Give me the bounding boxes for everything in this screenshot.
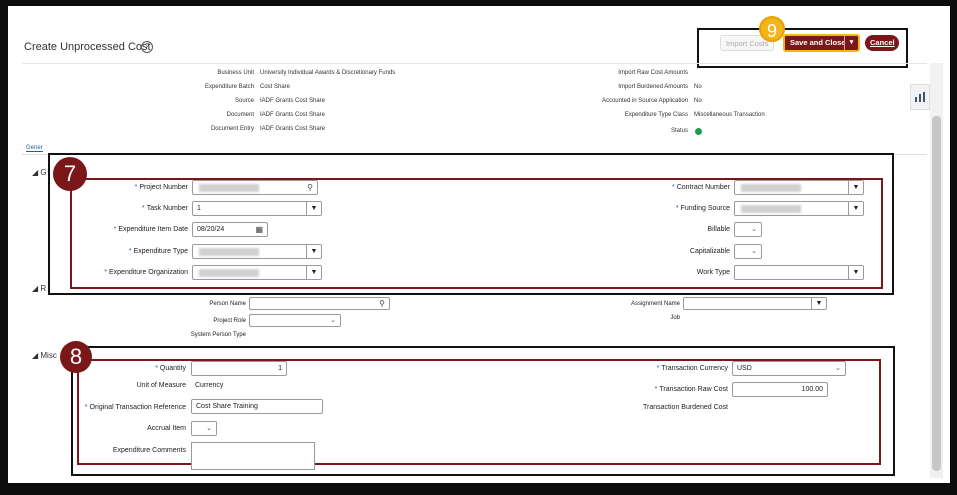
expenditure-batch-value: Cost Share [260,84,291,90]
capitalizable-select[interactable]: ⌄ [734,244,762,259]
project-role-label: Project Role [213,318,246,324]
quantity-input[interactable]: 1 [191,361,287,376]
import-burdened-value: No [694,84,702,90]
contract-number-label: * Contract Number [671,184,730,191]
system-person-type-label: System Person Type [190,332,246,338]
chevron-down-icon[interactable]: ⌄ [751,223,757,236]
chevron-down-icon[interactable]: ⌄ [835,362,841,375]
dropdown-arrow-icon[interactable]: ▼ [811,298,826,309]
save-options-chevron-icon[interactable]: ▾ [844,36,858,50]
expenditure-comments-textarea[interactable] [191,442,315,470]
dropdown-arrow-icon[interactable]: ▼ [848,266,863,279]
project-number-label: * Project Number [134,184,188,191]
expenditure-item-date-label: * Expenditure Item Date [113,226,188,233]
expenditure-batch-label: Expenditure Batch [204,84,254,90]
status-check-icon [695,128,702,135]
expenditure-comments-label: Expenditure Comments [112,447,186,454]
page-title: Create Unprocessed Cost [24,41,151,53]
project-role-select[interactable]: ⌄ [249,314,341,327]
document-entry-label: Document Entry [210,126,254,132]
chevron-down-icon[interactable]: ⌄ [206,422,212,435]
accounted-source-value: No [694,98,702,104]
import-burdened-label: Import Burdened Amounts [618,84,688,90]
expenditure-organization-select[interactable]: ▼ [192,265,322,280]
header-divider [22,63,927,64]
expenditure-type-select[interactable]: ▼ [192,244,322,259]
expenditure-type-class-value: Miscellaneous Transaction [694,112,765,118]
business-unit-label: Business Unit [217,70,254,76]
transaction-raw-cost-label: * Transaction Raw Cost [654,386,728,393]
quantity-label: * Quantity [155,365,186,372]
project-number-input[interactable]: ⚲ [192,180,318,195]
assignment-name-select[interactable]: ▼ [683,297,827,310]
transaction-currency-label: * Transaction Currency [656,365,728,372]
status-label: Status [670,128,688,134]
work-type-label: Work Type [696,269,730,276]
transaction-currency-select[interactable]: USD ⌄ [732,361,846,376]
expenditure-organization-label: * Expenditure Organization [104,269,188,276]
task-number-label: * Task Number [142,205,188,212]
tab-general[interactable]: Gener [26,145,43,152]
save-and-close-button[interactable]: Save and Close ▾ [783,34,860,52]
unit-of-measure-value: Currency [195,382,224,389]
unit-of-measure-label: Unit of Measure [136,382,186,389]
transaction-burdened-cost-label: Transaction Burdened Cost [643,404,728,411]
source-label: Source [234,98,254,104]
document-entry-value: IADF Grants Cost Share [260,126,326,132]
billable-label: Billable [707,226,730,233]
expenditure-type-label: * Expenditure Type [128,248,188,255]
bar-chart-icon[interactable] [910,84,930,110]
chevron-down-icon[interactable]: ⌄ [751,245,757,258]
billable-select[interactable]: ⌄ [734,222,762,237]
accrual-item-select[interactable]: ⌄ [191,421,217,436]
chevron-down-icon[interactable]: ⌄ [330,315,336,326]
transaction-raw-cost-input[interactable]: 100.00 [732,382,828,397]
accounted-source-label: Accounted in Source Application [601,98,688,104]
search-icon[interactable]: ⚲ [307,181,313,194]
business-unit-value: University Individual Awards & Discretio… [260,70,396,76]
funding-source-select[interactable]: ▼ [734,201,864,216]
contract-number-select[interactable]: ▼ [734,180,864,195]
import-raw-cost-label: Import Raw Cost Amounts [618,70,688,76]
expenditure-type-class-label: Expenditure Type Class [624,112,688,118]
original-transaction-reference-input[interactable]: Cost Share Training [191,399,323,414]
expenditure-item-date-input[interactable]: 08/20/24 ▦ [192,222,268,237]
section-resource-toggle[interactable]: ◢ R [32,284,46,293]
calendar-icon[interactable]: ▦ [255,223,263,236]
app-window: Create Unprocessed Cost ? Import Costs S… [8,6,950,483]
dropdown-arrow-icon[interactable]: ▼ [306,266,321,279]
accrual-item-label: Accrual Item [147,425,186,432]
dropdown-arrow-icon[interactable]: ▼ [306,202,321,215]
cancel-button[interactable]: Cancel [865,35,899,51]
assignment-name-label: Assignment Name [630,301,680,307]
person-name-label: Person Name [209,301,246,307]
callout-badge-7: 7 [53,157,87,191]
section-general-toggle[interactable]: ◢ G [32,168,47,177]
source-value: IADF Grants Cost Share [260,98,326,104]
search-icon[interactable]: ⚲ [379,298,385,309]
person-name-input[interactable]: ⚲ [249,297,390,310]
dropdown-arrow-icon[interactable]: ▼ [848,181,863,194]
section-misc-toggle[interactable]: ◢ Misc [32,351,57,360]
help-icon[interactable]: ? [141,41,153,53]
callout-badge-9: 9 [759,16,785,42]
document-label: Document [226,112,254,118]
save-and-close-label: Save and Close [790,38,846,47]
funding-source-label: * Funding Source [675,205,730,212]
work-type-select[interactable]: ▼ [734,265,864,280]
task-number-select[interactable]: 1 ▼ [192,201,322,216]
document-value: IADF Grants Cost Share [260,112,326,118]
dropdown-arrow-icon[interactable]: ▼ [848,202,863,215]
job-label: Job [670,315,680,321]
capitalizable-label: Capitalizable [689,248,730,255]
screenshot-frame: Create Unprocessed Cost ? Import Costs S… [0,0,957,495]
original-transaction-reference-label: * Original Transaction Reference [84,404,186,411]
dropdown-arrow-icon[interactable]: ▼ [306,245,321,258]
scrollbar-thumb[interactable] [932,116,941,471]
